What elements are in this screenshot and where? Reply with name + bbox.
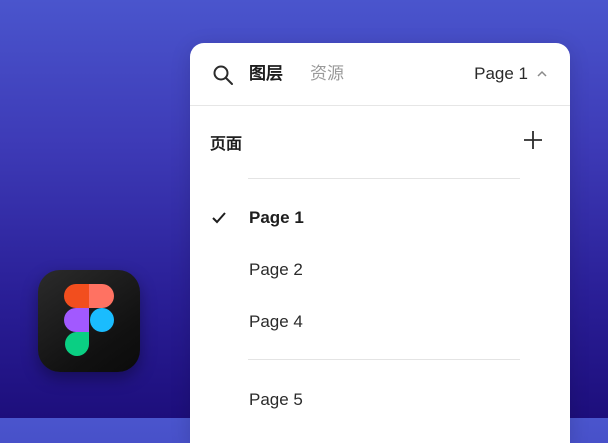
- search-icon[interactable]: [212, 64, 234, 86]
- figma-app-icon[interactable]: [38, 270, 140, 372]
- page-item-label: Page 1: [249, 208, 304, 227]
- current-page-dropdown[interactable]: Page 1: [474, 63, 548, 85]
- page-item-page-2[interactable]: Page 2: [190, 248, 570, 292]
- current-page-label: Page 1: [474, 64, 528, 83]
- page-item-label: Page 2: [249, 260, 303, 279]
- pages-section-title: 页面: [210, 136, 243, 153]
- page-item-page-1[interactable]: Page 1: [190, 196, 570, 240]
- figma-logo-icon: [64, 284, 114, 356]
- page-item-page-5[interactable]: Page 5: [190, 378, 570, 422]
- page-item-label: Page 5: [249, 390, 303, 409]
- plus-icon[interactable]: [523, 130, 543, 150]
- tab-assets[interactable]: 资源: [310, 63, 344, 85]
- check-icon: [212, 212, 226, 224]
- page-item-label: Page 4: [249, 312, 303, 331]
- chevron-up-icon: [537, 70, 547, 77]
- divider: [248, 359, 520, 360]
- page-item-page-4[interactable]: Page 4: [190, 300, 570, 344]
- panel-header: 图层 资源 Page 1: [190, 43, 570, 106]
- tab-layers[interactable]: 图层: [249, 63, 283, 85]
- layers-panel: 图层 资源 Page 1 页面 Page 1 Page 2 Page 4 Pag…: [190, 43, 570, 443]
- divider: [248, 178, 520, 179]
